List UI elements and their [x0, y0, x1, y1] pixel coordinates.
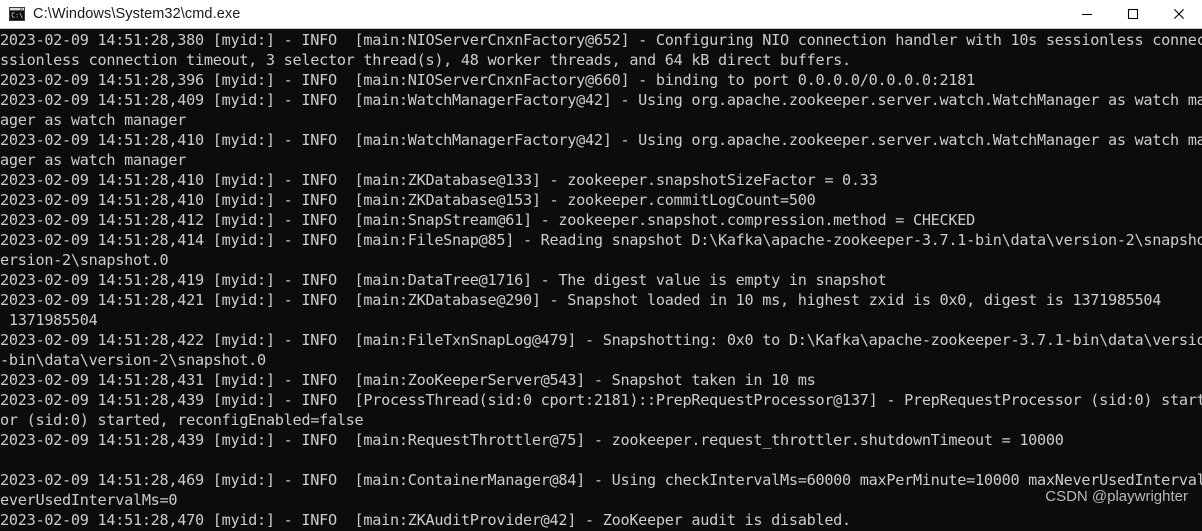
cmd-console-icon: C:\ — [9, 7, 25, 21]
console-line: 2023-02-09 14:51:28,409 [myid:] - INFO [… — [0, 91, 1202, 109]
console-line: 2023-02-09 14:51:28,421 [myid:] - INFO [… — [0, 291, 1162, 309]
close-button[interactable] — [1156, 0, 1202, 28]
console-line: 2023-02-09 14:51:28,410 [myid:] - INFO [… — [0, 191, 816, 209]
console-line: everUsedIntervalMs=0 — [0, 491, 178, 509]
maximize-icon — [1127, 8, 1139, 20]
console-line: 2023-02-09 14:51:28,439 [myid:] - INFO [… — [0, 391, 1202, 409]
console-line: 2023-02-09 14:51:28,419 [myid:] - INFO [… — [0, 271, 887, 289]
console-line: ssionless connection timeout, 3 selector… — [0, 51, 851, 69]
console-line: 2023-02-09 14:51:28,414 [myid:] - INFO [… — [0, 231, 1202, 249]
console-line: 2023-02-09 14:51:28,470 [myid:] - INFO [… — [0, 511, 851, 529]
console-line: 2023-02-09 14:51:28,439 [myid:] - INFO [… — [0, 431, 1064, 449]
cmd-console-window: C:\ C:\Windows\System32\cmd.exe 2023-02-… — [0, 0, 1202, 531]
svg-text:C:\: C:\ — [11, 12, 23, 20]
console-line: 2023-02-09 14:51:28,396 [myid:] - INFO [… — [0, 71, 976, 89]
console-line-list: 2023-02-09 14:51:28,380 [myid:] - INFO [… — [0, 30, 1202, 530]
console-line: 2023-02-09 14:51:28,431 [myid:] - INFO [… — [0, 371, 816, 389]
console-line: ager as watch manager — [0, 111, 187, 129]
console-line: 2023-02-09 14:51:28,410 [myid:] - INFO [… — [0, 171, 878, 189]
console-line: ersion-2\snapshot.0 — [0, 251, 169, 269]
minimize-button[interactable] — [1064, 0, 1110, 28]
maximize-button[interactable] — [1110, 0, 1156, 28]
console-line: 2023-02-09 14:51:28,410 [myid:] - INFO [… — [0, 131, 1202, 149]
close-icon — [1174, 9, 1184, 19]
console-line: or (sid:0) started, reconfigEnabled=fals… — [0, 411, 364, 429]
console-line: 2023-02-09 14:51:28,380 [myid:] - INFO [… — [0, 31, 1202, 49]
window-controls — [1064, 0, 1202, 28]
console-line: 2023-02-09 14:51:28,412 [myid:] - INFO [… — [0, 211, 976, 229]
window-title: C:\Windows\System32\cmd.exe — [33, 6, 241, 22]
console-line: 2023-02-09 14:51:28,469 [myid:] - INFO [… — [0, 471, 1202, 489]
console-line: ager as watch manager — [0, 151, 187, 169]
console-line: 2023-02-09 14:51:28,422 [myid:] - INFO [… — [0, 331, 1202, 349]
minimize-icon — [1082, 13, 1092, 16]
console-output-area[interactable]: 2023-02-09 14:51:28,380 [myid:] - INFO [… — [0, 29, 1202, 531]
console-line: -bin\data\version-2\snapshot.0 — [0, 351, 266, 369]
watermark-text: CSDN @playwrighter — [1045, 488, 1188, 505]
title-bar[interactable]: C:\ C:\Windows\System32\cmd.exe — [0, 0, 1202, 29]
console-line: 1371985504 — [0, 311, 98, 329]
